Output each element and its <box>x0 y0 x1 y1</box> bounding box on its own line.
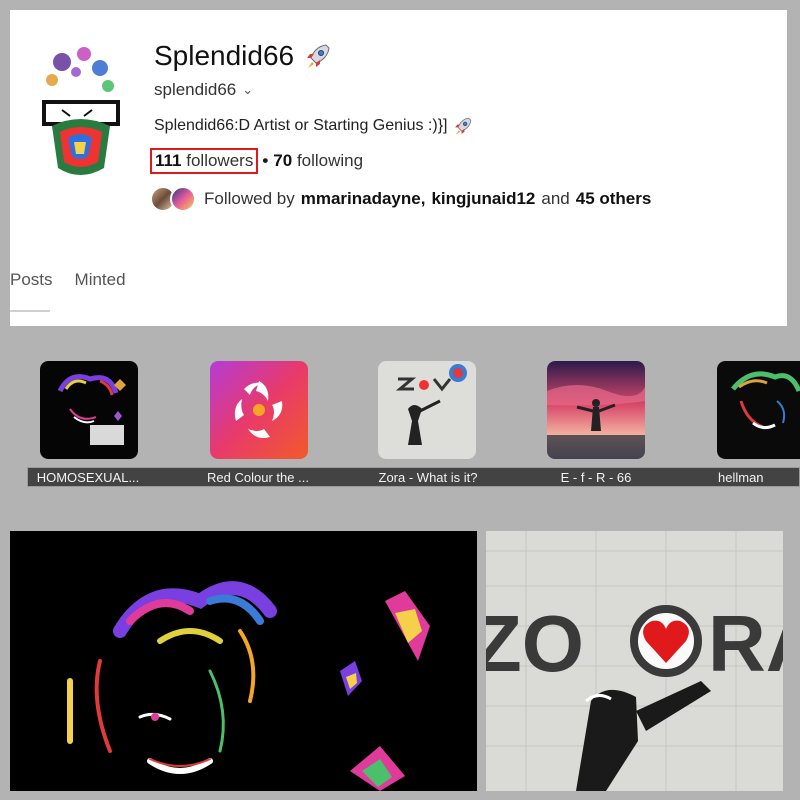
bio: Splendid66:D Artist or Starting Genius :… <box>154 116 473 136</box>
highlights-strip: HOMOSEXUAL... Red Colour the ... Zora - … <box>0 355 800 495</box>
highlight-label[interactable]: Zora - What is it? <box>348 470 508 485</box>
chevron-down-icon: ⌄ <box>242 82 254 97</box>
following-link[interactable]: 70 following <box>273 151 363 171</box>
followed-by-prefix: Followed by <box>204 189 295 208</box>
tab-posts[interactable]: Posts <box>10 268 55 312</box>
follow-counts: 111 followers • 70 following <box>150 148 363 174</box>
followed-by-and: and <box>541 189 570 208</box>
followed-by-user[interactable]: mmarinadayne, <box>301 189 426 209</box>
rocket-icon <box>455 117 472 135</box>
display-name-text: Splendid66 <box>154 40 295 71</box>
followers-count: 111 <box>155 151 182 170</box>
highlight-thumbnail[interactable] <box>210 361 308 459</box>
highlight-label[interactable]: HOMOSEXUAL... <box>8 470 168 485</box>
profile-tabs: Posts Minted <box>10 268 146 312</box>
handle-switcher[interactable]: splendid66 ⌄ <box>154 80 253 100</box>
display-name: Splendid66 <box>154 40 332 72</box>
tab-minted[interactable]: Minted <box>75 268 126 308</box>
highlight-labels-bar: HOMOSEXUAL... Red Colour the ... Zora - … <box>27 467 800 487</box>
profile-card: Splendid66 splendid66 ⌄ Splendid66:D Art… <box>10 10 787 326</box>
followed-by-others[interactable]: 45 others <box>576 189 652 209</box>
rocket-icon <box>307 44 330 68</box>
highlight-label[interactable]: Red Colour the ... <box>178 470 338 485</box>
count-separator: • <box>262 151 269 170</box>
bio-text: Splendid66:D Artist or Starting Genius :… <box>154 117 448 134</box>
followed-by-user[interactable]: kingjunaid12 <box>431 189 535 209</box>
highlight-thumbnail[interactable] <box>717 361 800 459</box>
following-label: following <box>296 151 364 170</box>
followers-link[interactable]: 111 followers <box>150 148 259 174</box>
highlight-thumbnail[interactable] <box>547 361 645 459</box>
following-count: 70 <box>273 151 293 170</box>
post-logo-text: ZO <box>486 599 584 688</box>
post-thumbnail[interactable] <box>10 531 477 791</box>
highlight-thumbnail[interactable] <box>40 361 138 459</box>
post-thumbnail[interactable]: ZO RA <box>486 531 783 791</box>
highlight-label[interactable]: E - f - R - 66 <box>516 470 676 485</box>
avatar <box>170 186 196 212</box>
followed-by[interactable]: Followed by mmarinadayne, kingjunaid12 a… <box>150 186 651 212</box>
profile-avatar[interactable] <box>32 42 128 180</box>
handle-text: splendid66 <box>154 80 237 99</box>
highlight-label[interactable]: hellman <box>718 470 800 485</box>
highlight-thumbnail[interactable] <box>378 361 476 459</box>
followed-by-avatars <box>150 186 198 212</box>
post-logo-text: RA <box>708 599 783 688</box>
followers-label: followers <box>186 151 254 170</box>
